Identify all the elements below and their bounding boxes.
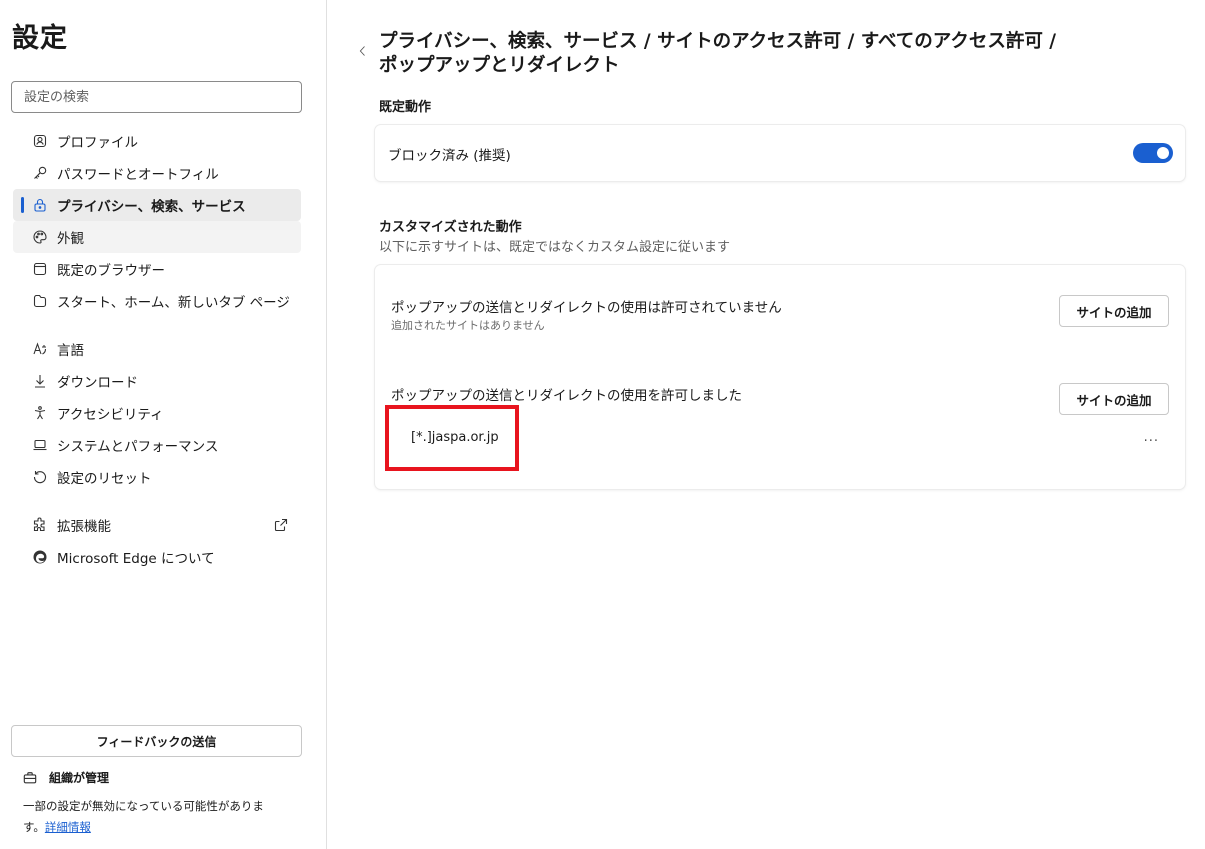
sidebar-item-languages[interactable]: 言語 xyxy=(13,333,301,365)
profile-icon xyxy=(32,133,48,149)
nav-gap xyxy=(13,317,301,333)
sidebar-item-label: ダウンロード xyxy=(57,375,138,391)
sidebar-item-label: Microsoft Edge について xyxy=(57,551,215,567)
add-blocked-site-button[interactable]: サイトの追加 xyxy=(1059,295,1169,327)
blocked-recommended-label: ブロック済み (推奨) xyxy=(388,148,511,164)
managed-desc-text: 一部の設定が無効になっている可能性がありま xyxy=(23,799,264,813)
custom-behavior-subtitle: 以下に示すサイトは、既定ではなくカスタム設定に従います xyxy=(379,240,731,255)
default-behavior-title: 既定動作 xyxy=(379,100,432,115)
sidebar-item-label: スタート、ホーム、新しいタブ ページ xyxy=(57,295,290,311)
sidebar-item-start-home[interactable]: スタート、ホーム、新しいタブ ページ xyxy=(13,285,301,317)
managed-title: 組織が管理 xyxy=(49,771,110,785)
sidebar-item-downloads[interactable]: ダウンロード xyxy=(13,365,301,397)
no-sites-added-text: 追加されたサイトはありません xyxy=(391,319,545,332)
sidebar-item-default-browser[interactable]: 既定のブラウザー xyxy=(13,253,301,285)
edge-icon xyxy=(32,549,48,565)
briefcase-icon xyxy=(23,771,37,785)
home-page-icon xyxy=(32,293,48,309)
sidebar-item-label: 設定のリセット xyxy=(57,471,152,487)
sidebar-item-label: プロファイル xyxy=(57,135,138,151)
sidebar-nav: プロファイル パスワードとオートフィル プライバシー、検索、サービス 外観 既定… xyxy=(13,125,301,573)
sidebar-item-reset[interactable]: 設定のリセット xyxy=(13,461,301,493)
breadcrumb-line1: プライバシー、検索、サービス / サイトのアクセス許可 / すべてのアクセス許可… xyxy=(379,31,1057,52)
sidebar-item-privacy[interactable]: プライバシー、検索、サービス xyxy=(13,189,301,221)
sidebar-item-appearance[interactable]: 外観 xyxy=(13,221,301,253)
sidebar-item-label: 言語 xyxy=(57,343,84,359)
sidebar-item-system[interactable]: システムとパフォーマンス xyxy=(13,429,301,461)
download-icon xyxy=(32,373,48,389)
nav-gap xyxy=(13,493,301,509)
sidebar-item-label: プライバシー、検索、サービス xyxy=(57,199,246,215)
more-actions-button[interactable]: ... xyxy=(1144,430,1159,445)
breadcrumb: プライバシー、検索、サービス / サイトのアクセス許可 / すべてのアクセス許可… xyxy=(379,30,1169,78)
default-behavior-card: ブロック済み (推奨) xyxy=(375,125,1185,181)
sidebar-item-extensions[interactable]: 拡張機能 xyxy=(13,509,301,541)
laptop-icon xyxy=(32,437,48,453)
sidebar: 設定 プロファイル パスワードとオートフィル プライバシー、検索、サービス 外観 xyxy=(0,0,327,849)
allowed-title: ポップアップの送信とリダイレクトの使用を許可しました xyxy=(391,388,742,404)
sidebar-item-label: パスワードとオートフィル xyxy=(57,167,219,183)
custom-behavior-title: カスタマイズされた動作 xyxy=(379,220,522,235)
sidebar-item-label: 既定のブラウザー xyxy=(57,263,165,279)
sidebar-item-profiles[interactable]: プロファイル xyxy=(13,125,301,157)
managed-desc-text2: す。 xyxy=(23,820,45,834)
highlight-annotation-box xyxy=(385,405,519,471)
settings-search-input[interactable] xyxy=(11,81,302,113)
not-allowed-title: ポップアップの送信とリダイレクトの使用は許可されていません xyxy=(391,300,782,316)
back-button[interactable] xyxy=(355,42,371,62)
settings-title: 設定 xyxy=(12,23,68,54)
managed-by-org: 組織が管理 xyxy=(23,769,109,786)
browser-icon xyxy=(32,261,48,277)
sidebar-item-label: システムとパフォーマンス xyxy=(57,439,219,455)
block-popups-toggle[interactable] xyxy=(1133,143,1173,163)
send-feedback-button[interactable]: フィードバックの送信 xyxy=(11,725,302,757)
sidebar-item-passwords[interactable]: パスワードとオートフィル xyxy=(13,157,301,189)
palette-icon xyxy=(32,229,48,245)
reset-icon xyxy=(32,469,48,485)
external-link-icon xyxy=(273,517,289,533)
sidebar-item-about[interactable]: Microsoft Edge について xyxy=(13,541,301,573)
sidebar-item-label: アクセシビリティ xyxy=(57,407,164,423)
page-title: ポップアップとリダイレクト xyxy=(379,55,620,76)
sidebar-item-label: 外観 xyxy=(57,231,84,247)
sidebar-item-label: 拡張機能 xyxy=(57,519,111,535)
learn-more-link[interactable]: 詳細情報 xyxy=(45,820,91,834)
accessibility-icon xyxy=(32,405,48,421)
extensions-icon xyxy=(32,517,48,533)
language-icon xyxy=(32,341,48,357)
managed-description: 一部の設定が無効になっている可能性がありま す。詳細情報 xyxy=(23,796,303,838)
chevron-left-icon xyxy=(357,43,369,62)
key-icon xyxy=(32,165,48,181)
sidebar-item-accessibility[interactable]: アクセシビリティ xyxy=(13,397,301,429)
lock-icon xyxy=(32,197,48,213)
add-allowed-site-button[interactable]: サイトの追加 xyxy=(1059,383,1169,415)
